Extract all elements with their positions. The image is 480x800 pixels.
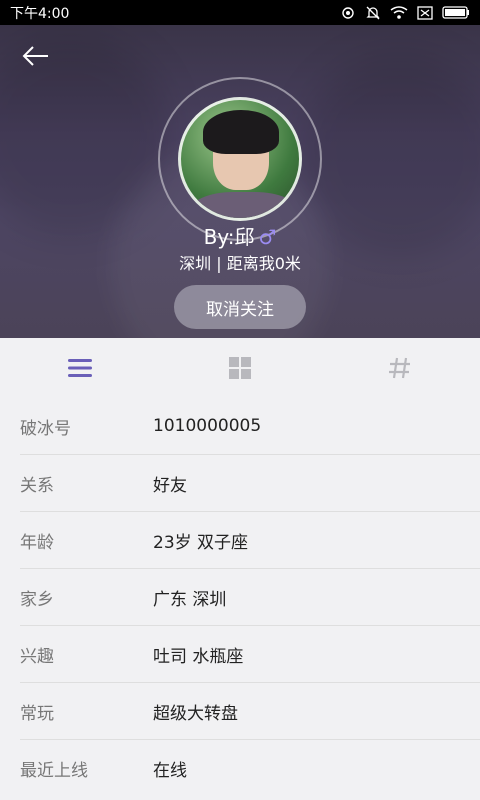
unfollow-button[interactable]: 取消关注	[174, 285, 306, 329]
row-label: 关系	[20, 475, 54, 496]
mute-icon	[365, 5, 381, 21]
sim-icon	[417, 5, 433, 20]
list-item: 兴趣 吐司 水瓶座	[20, 626, 480, 683]
avatar-shirt	[189, 192, 299, 218]
signal-icon	[340, 6, 356, 20]
row-value: 1010000005	[153, 416, 262, 436]
row-value: 23岁 双子座	[153, 532, 249, 553]
user-location: 深圳 | 距离我0米	[179, 254, 301, 273]
row-value: 吐司 水瓶座	[153, 646, 244, 667]
grid-icon	[229, 357, 251, 379]
row-label: 家乡	[20, 589, 54, 610]
list-item: 破冰号 1010000005	[20, 398, 480, 455]
avatar-hair	[203, 110, 279, 154]
battery-icon	[442, 6, 470, 19]
list-item: 家乡 广东 深圳	[20, 569, 480, 626]
male-icon: ♂	[258, 225, 277, 249]
list-item: 关系 好友	[20, 455, 480, 512]
wifi-icon	[390, 5, 408, 20]
list-item: 年龄 23岁 双子座	[20, 512, 480, 569]
hashtag-icon	[389, 357, 410, 379]
tab-tags[interactable]	[320, 338, 480, 398]
row-label: 破冰号	[20, 418, 71, 439]
user-name: By:邱	[203, 225, 255, 249]
row-label: 最近上线	[20, 761, 88, 781]
row-value: 超级大转盘	[153, 703, 238, 724]
status-time: 下午4:00	[10, 5, 70, 22]
user-name-line: By:邱 ♂	[0, 221, 480, 250]
arrow-left-icon	[22, 46, 48, 66]
row-value: 在线	[153, 761, 187, 781]
row-label: 常玩	[20, 703, 54, 724]
status-icons	[340, 5, 470, 21]
list-icon	[68, 359, 92, 377]
avatar-ring	[158, 77, 322, 241]
row-value: 好友	[153, 475, 187, 496]
list-item: 常玩 超级大转盘	[20, 683, 480, 740]
tab-gallery[interactable]	[160, 338, 320, 398]
list-item: 最近上线 在线	[20, 740, 480, 797]
profile-tabs	[0, 338, 480, 398]
status-bar: 下午4:00	[0, 0, 480, 25]
row-label: 兴趣	[20, 646, 54, 667]
back-button[interactable]	[18, 41, 52, 71]
profile-info-list: 破冰号 1010000005 关系 好友 年龄 23岁 双子座 家乡 广东 深圳…	[0, 398, 480, 797]
row-label: 年龄	[20, 532, 54, 553]
tab-info[interactable]	[0, 338, 160, 398]
row-value: 广东 深圳	[153, 589, 227, 610]
avatar[interactable]	[178, 97, 302, 221]
profile-header: By:邱 ♂ 深圳 | 距离我0米 取消关注	[0, 25, 480, 338]
